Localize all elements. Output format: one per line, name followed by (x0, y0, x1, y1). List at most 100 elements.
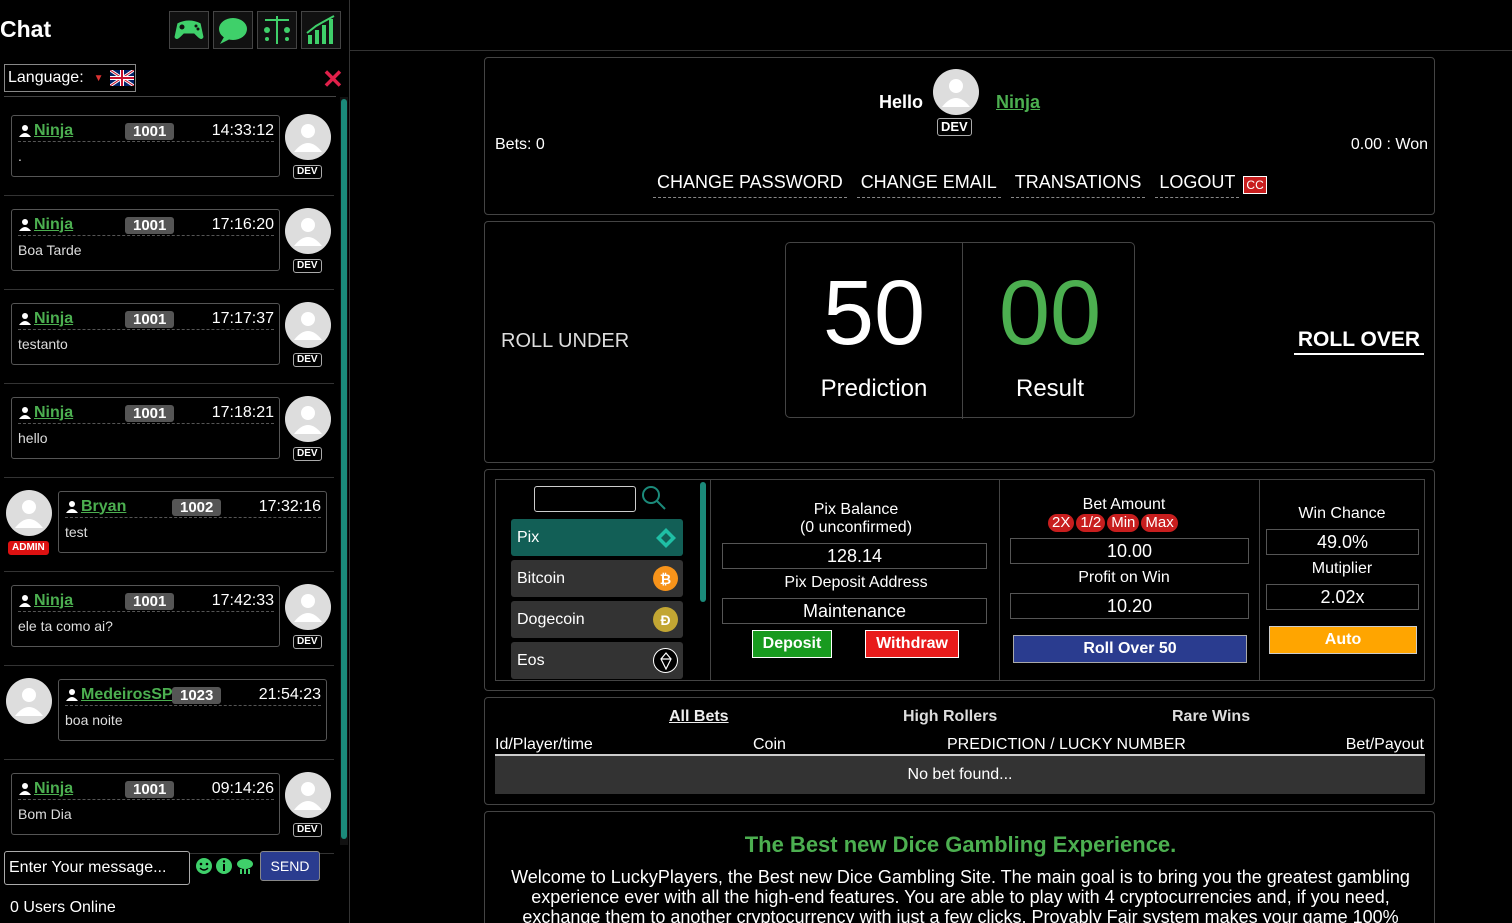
coin-search-input[interactable] (534, 486, 636, 512)
coin-item-pix[interactable]: Pix (511, 519, 683, 556)
message-username[interactable]: Ninja (34, 216, 73, 234)
stats-chart-icon[interactable] (301, 11, 341, 49)
info-icon[interactable] (215, 857, 233, 875)
half-bet-button[interactable]: 1/2 (1076, 514, 1106, 532)
bets-count: Bets: 0 (495, 136, 545, 153)
change-email-link[interactable]: CHANGE EMAIL (856, 172, 1001, 198)
coin-item-bitcoin[interactable]: Bitcoin ₿ (511, 560, 683, 597)
dev-badge: DEV (293, 353, 322, 367)
message-header: MedeirosSP 1023 21:54:23 (65, 684, 321, 706)
profit-value: 10.20 (1010, 593, 1249, 619)
multiplier-input[interactable]: 2.02x (1266, 584, 1419, 610)
change-password-link[interactable]: CHANGE PASSWORD (653, 172, 847, 198)
dev-badge: DEV (937, 118, 972, 136)
min-bet-button[interactable]: Min (1107, 514, 1140, 532)
deposit-button[interactable]: Deposit (752, 630, 832, 658)
username-link[interactable]: Ninja (996, 92, 1040, 113)
emoji-icon[interactable] (195, 857, 213, 875)
coin-item-dogecoin[interactable]: Dogecoin Ð (511, 601, 683, 638)
win-chance-input[interactable]: 49.0% (1266, 529, 1419, 555)
bet-amount-input[interactable]: 10.00 (1010, 538, 1249, 564)
uk-flag-icon (109, 70, 134, 86)
message-username[interactable]: Ninja (34, 122, 73, 140)
rain-cloud-icon[interactable] (235, 857, 255, 875)
info-text: Welcome to LuckyPlayers, the Best new Di… (511, 867, 1410, 923)
message-username[interactable]: Ninja (34, 780, 73, 798)
divider (4, 571, 334, 572)
coin-label: Eos (517, 651, 545, 669)
withdraw-button[interactable]: Withdraw (865, 630, 959, 658)
avatar[interactable] (285, 584, 331, 630)
chat-scrollbar[interactable] (340, 97, 348, 845)
user-icon (19, 218, 31, 231)
dice-panel: ROLL UNDER 50 Prediction 00 Result ROLL … (484, 221, 1435, 463)
message-time: 14:33:12 (211, 122, 274, 139)
double-bet-button[interactable]: 2X (1048, 514, 1075, 532)
message-text: testanto (18, 336, 68, 352)
logout-link[interactable]: LOGOUT (1155, 172, 1240, 198)
eos-icon (653, 648, 678, 673)
language-selector[interactable]: Language: ▼ (4, 64, 136, 92)
roll-over-toggle[interactable]: ROLL OVER (1293, 328, 1424, 355)
message-bubble: Ninja 1001 09:14:26 Bom Dia (11, 773, 280, 835)
coin-label: Bitcoin (517, 569, 566, 587)
dice-display: 50 Prediction 00 Result (785, 242, 1135, 419)
result-label: Result (1015, 375, 1085, 402)
bitcoin-icon: ₿ (653, 566, 678, 591)
close-icon[interactable]: ✕ (322, 66, 344, 92)
avatar[interactable] (6, 678, 52, 724)
message-header: Ninja 1001 17:17:37 (18, 308, 274, 330)
user-level-badge: 1001 (125, 593, 175, 610)
roll-button[interactable]: Roll Over 50 (1013, 635, 1247, 663)
avatar[interactable] (6, 490, 52, 536)
tab-rare-wins[interactable]: Rare Wins (1172, 708, 1250, 726)
message-bubble: Ninja 1001 17:17:37 testanto (11, 303, 280, 365)
divider (4, 195, 334, 196)
roll-under-toggle[interactable]: ROLL UNDER (501, 330, 629, 353)
scroll-thumb[interactable] (341, 99, 347, 839)
message-username[interactable]: Bryan (81, 498, 126, 516)
dev-badge: DEV (293, 823, 322, 837)
chat-title: Chat (0, 16, 52, 42)
message-username[interactable]: MedeirosSP (81, 686, 173, 704)
message-username[interactable]: Ninja (34, 592, 73, 610)
profit-label: Profit on Win (1078, 569, 1170, 586)
user-icon (19, 312, 31, 325)
result-value: 00 (998, 262, 1102, 364)
tab-high-rollers[interactable]: High Rollers (903, 708, 997, 726)
avatar[interactable] (285, 114, 331, 160)
message-text: . (18, 148, 22, 164)
coin-item-eos[interactable]: Eos (511, 642, 683, 679)
message-input[interactable] (4, 851, 190, 885)
column-header-prediction: PREDICTION / LUCKY NUMBER (947, 736, 1186, 753)
divider (4, 477, 334, 478)
auto-button[interactable]: Auto (1269, 626, 1417, 654)
admin-badge: ADMIN (8, 541, 49, 555)
send-button[interactable]: SEND (260, 851, 320, 881)
dev-badge: DEV (293, 447, 322, 461)
user-level-badge: 1023 (172, 687, 222, 704)
avatar[interactable] (285, 208, 331, 254)
message-time: 17:17:37 (211, 310, 274, 327)
avatar[interactable] (285, 772, 331, 818)
message-username[interactable]: Ninja (34, 404, 73, 422)
balance-scale-icon[interactable] (257, 11, 297, 49)
deposit-address-field[interactable]: Maintenance (722, 598, 987, 624)
message-bubble: Bryan 1002 17:32:16 test (58, 491, 327, 553)
balance-unconfirmed: (0 unconfirmed) (799, 519, 913, 536)
avatar[interactable] (285, 302, 331, 348)
bet-amount-label: Bet Amount (1082, 496, 1166, 513)
transactions-link[interactable]: TRANSATIONS (1010, 172, 1146, 198)
max-bet-button[interactable]: Max (1141, 514, 1178, 532)
search-icon[interactable] (641, 485, 667, 511)
coin-list: Pix Bitcoin ₿ Dogecoin Ð Eos (496, 480, 711, 680)
gamepad-icon[interactable] (169, 11, 209, 49)
cc-badge[interactable]: CC (1243, 176, 1267, 194)
avatar[interactable] (285, 396, 331, 442)
message-username[interactable]: Ninja (34, 310, 73, 328)
message-time: 17:18:21 (211, 404, 274, 421)
tab-all-bets[interactable]: All Bets (669, 708, 729, 726)
chat-bubble-icon[interactable] (213, 11, 253, 49)
user-level-badge: 1002 (172, 499, 222, 516)
coin-list-scroll-thumb[interactable] (700, 482, 706, 602)
